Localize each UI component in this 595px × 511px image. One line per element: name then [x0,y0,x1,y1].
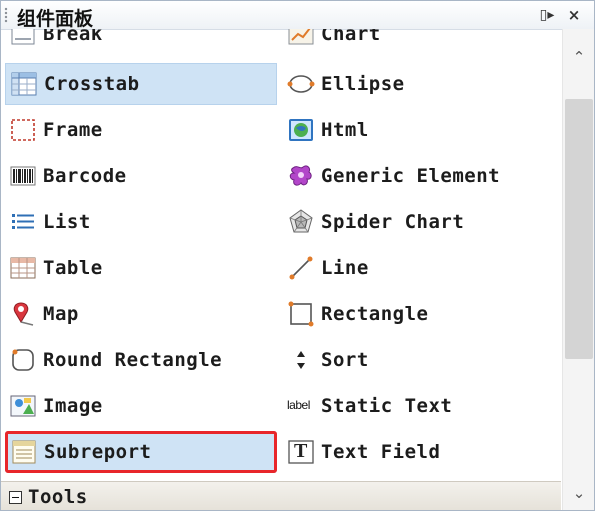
palette-item-text-field[interactable]: T Text Field [283,431,555,473]
chart-icon [287,29,315,48]
palette-item-label: Ellipse [321,73,405,95]
palette-item-label: Rectangle [321,303,429,325]
palette-items: Break Chart Crosstab Ellipse Frame Html … [1,29,561,481]
palette-item-label: Chart [321,29,381,45]
palette-item-list[interactable]: List [5,201,277,243]
round-rectangle-icon [9,346,37,374]
palette-item-frame[interactable]: Frame [5,109,277,151]
palette-item-spider-chart[interactable]: Spider Chart [283,201,555,243]
close-button[interactable]: × [564,5,584,25]
palette-item-html[interactable]: Html [283,109,555,151]
text-field-icon-text: T [294,440,308,462]
scroll-down-icon[interactable]: ⌄ [563,479,594,507]
palette-item-table[interactable]: Table [5,247,277,289]
static-text-icon: label [287,392,315,420]
palette-item-label: Html [321,119,369,141]
palette-item-break[interactable]: Break [5,29,277,55]
palette-item-label: Static Text [321,395,453,417]
palette-item-line[interactable]: Line [283,247,555,289]
vertical-scrollbar[interactable]: ⌃ ⌄ [562,29,594,510]
palette-item-barcode[interactable]: Barcode [5,155,277,197]
palette-item-label: Image [43,395,103,417]
generic-element-icon [287,162,315,190]
palette-item-label: Frame [43,119,103,141]
crosstab-icon [10,70,38,98]
palette-item-label: Table [43,257,103,279]
palette-item-image[interactable]: Image [5,385,277,427]
palette-item-subreport[interactable]: Subreport [5,431,277,473]
palette-item-crosstab[interactable]: Crosstab [5,63,277,105]
palette-item-label: Text Field [321,441,441,463]
sort-icon [287,346,315,374]
palette-item-static-text[interactable]: label Static Text [283,385,555,427]
text-field-icon: T [287,438,315,466]
subreport-icon [10,438,38,466]
palette-item-map[interactable]: Map [5,293,277,335]
palette-item-label: Subreport [44,441,152,463]
list-icon [9,208,37,236]
break-icon [9,29,37,48]
panel-titlebar[interactable]: 组件面板 ▯▸ × [1,1,594,30]
palette-item-rectangle[interactable]: Rectangle [283,293,555,335]
palette-item-label: Round Rectangle [43,349,223,371]
line-icon [287,254,315,282]
scroll-up-icon[interactable]: ⌃ [563,43,594,71]
palette-item-label: Generic Element [321,165,501,187]
rectangle-icon [287,300,315,328]
palette-item-generic-element[interactable]: Generic Element [283,155,555,197]
section-tools[interactable]: Tools [1,481,561,510]
palette-item-label: Sort [321,349,369,371]
palette-item-label: Barcode [43,165,127,187]
palette-item-label: Break [43,29,103,45]
palette-item-label: Crosstab [44,73,140,95]
pin-button[interactable]: ▯▸ [537,5,557,25]
barcode-icon [9,162,37,190]
frame-icon [9,116,37,144]
palette-item-label: Spider Chart [321,211,465,233]
palette-panel: 组件面板 ▯▸ × Break Chart Crosstab Ellipse F… [0,0,595,511]
section-label: Tools [28,486,88,508]
spider-chart-icon [287,208,315,236]
html-icon [287,116,315,144]
palette-item-ellipse[interactable]: Ellipse [283,63,555,105]
table-icon [9,254,37,282]
palette-item-sort[interactable]: Sort [283,339,555,381]
palette-item-label: Map [43,303,79,325]
drag-grip-icon[interactable] [4,7,8,23]
palette-item-label: Line [321,257,369,279]
scroll-thumb[interactable] [565,99,593,359]
image-icon [9,392,37,420]
palette-item-round-rectangle[interactable]: Round Rectangle [5,339,277,381]
collapse-icon[interactable] [9,490,22,504]
ellipse-icon [287,70,315,98]
panel-title: 组件面板 [17,8,94,30]
palette-item-chart[interactable]: Chart [283,29,555,55]
static-text-icon-text: label [287,398,310,412]
palette-item-label: List [43,211,91,233]
map-icon [9,300,37,328]
